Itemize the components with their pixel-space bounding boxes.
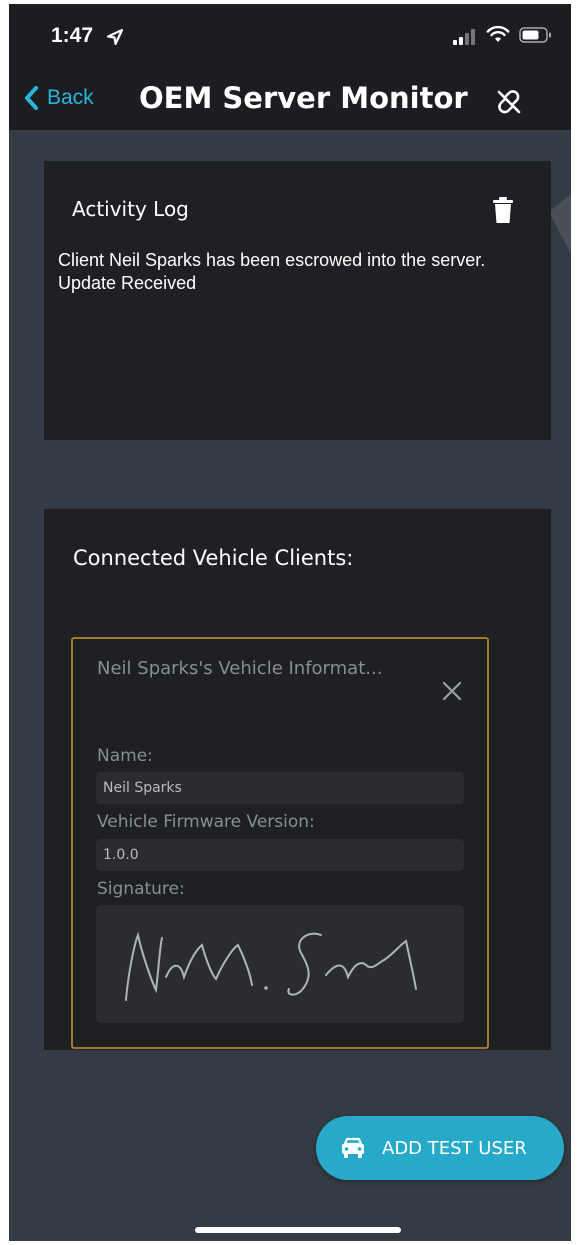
unlink-icon[interactable] xyxy=(495,88,523,116)
background-decoration xyxy=(549,194,571,254)
log-entry: Update Received xyxy=(58,273,197,293)
signature-box xyxy=(96,905,464,1023)
activity-log-panel: Activity Log Client Neil Sparks has been… xyxy=(44,161,551,440)
close-icon[interactable] xyxy=(442,681,462,701)
activity-log-title: Activity Log xyxy=(72,197,189,221)
status-bar: 1:47 xyxy=(9,4,571,68)
status-time: 1:47 xyxy=(51,24,94,47)
home-indicator[interactable] xyxy=(195,1227,401,1233)
connected-clients-title: Connected Vehicle Clients: xyxy=(73,546,354,570)
location-arrow-icon xyxy=(106,28,124,46)
back-label: Back xyxy=(47,86,94,109)
connected-clients-panel: Connected Vehicle Clients: Neil Sparks's… xyxy=(44,509,551,1050)
signal-icon xyxy=(453,29,475,45)
signature-image xyxy=(125,931,417,1001)
activity-log-content: Client Neil Sparks has been escrowed int… xyxy=(58,249,518,295)
vehicle-card-title: Neil Sparks's Vehicle Informat... xyxy=(97,658,383,679)
wifi-icon xyxy=(486,26,510,42)
vehicle-info-card: Neil Sparks's Vehicle Informat... Name: … xyxy=(71,637,489,1049)
car-icon xyxy=(342,1137,364,1158)
navigation-bar: Back OEM Server Monitor xyxy=(9,68,571,130)
trash-icon[interactable] xyxy=(493,197,513,223)
firmware-field: 1.0.0 xyxy=(96,839,464,871)
back-button[interactable]: Back xyxy=(23,80,94,116)
signature-label: Signature: xyxy=(97,879,185,899)
name-field: Neil Sparks xyxy=(96,772,464,804)
firmware-label: Vehicle Firmware Version: xyxy=(97,812,315,832)
chevron-left-icon xyxy=(25,86,38,110)
page-title: OEM Server Monitor xyxy=(139,81,468,115)
name-label: Name: xyxy=(97,746,153,766)
app-screen: 1:47 Back OEM Server Monitor Activity Lo… xyxy=(9,4,571,1241)
battery-icon xyxy=(519,27,551,43)
log-entry: Client Neil Sparks has been escrowed int… xyxy=(58,250,486,270)
add-test-user-button[interactable]: ADD TEST USER xyxy=(316,1116,564,1180)
add-test-user-label: ADD TEST USER xyxy=(382,1137,527,1159)
